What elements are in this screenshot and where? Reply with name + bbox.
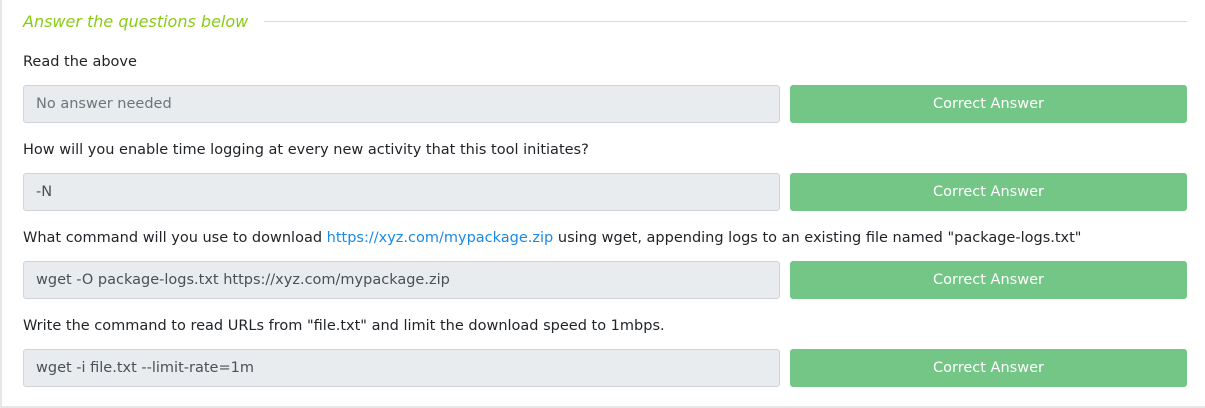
question-3-correct-answer-button[interactable]: Correct Answer xyxy=(790,261,1187,299)
question-2: How will you enable time logging at ever… xyxy=(23,140,1187,211)
question-3-answer-input[interactable] xyxy=(23,261,780,299)
question-2-correct-answer-button[interactable]: Correct Answer xyxy=(790,173,1187,211)
question-2-answer-input[interactable] xyxy=(23,173,780,211)
question-4-answer-row: Correct Answer xyxy=(23,349,1187,387)
question-2-text: How will you enable time logging at ever… xyxy=(23,142,589,158)
question-3-text-before: What command will you use to download xyxy=(23,230,327,246)
question-4-correct-answer-button[interactable]: Correct Answer xyxy=(790,349,1187,387)
question-3-text-after: using wget, appending logs to an existin… xyxy=(553,230,1082,246)
question-1-answer-input[interactable] xyxy=(23,85,780,123)
question-1: Read the above Correct Answer xyxy=(23,52,1187,123)
question-3-text: What command will you use to download ht… xyxy=(23,228,1187,248)
section-header: Answer the questions below xyxy=(23,8,1187,34)
question-3: What command will you use to download ht… xyxy=(23,228,1187,299)
section-divider xyxy=(264,21,1187,22)
question-4: Write the command to read URLs from "fil… xyxy=(23,316,1187,387)
question-1-answer-row: Correct Answer xyxy=(23,85,1187,123)
section-title: Answer the questions below xyxy=(23,11,249,31)
question-1-text: Read the above xyxy=(23,54,137,70)
questions-panel: Answer the questions below Read the abov… xyxy=(0,0,1205,408)
question-4-text: Write the command to read URLs from "fil… xyxy=(23,318,665,334)
question-3-answer-row: Correct Answer xyxy=(23,261,1187,299)
question-1-correct-answer-button[interactable]: Correct Answer xyxy=(790,85,1187,123)
question-3-download-link[interactable]: https://xyz.com/mypackage.zip xyxy=(327,230,554,246)
question-4-answer-input[interactable] xyxy=(23,349,780,387)
question-2-answer-row: Correct Answer xyxy=(23,173,1187,211)
